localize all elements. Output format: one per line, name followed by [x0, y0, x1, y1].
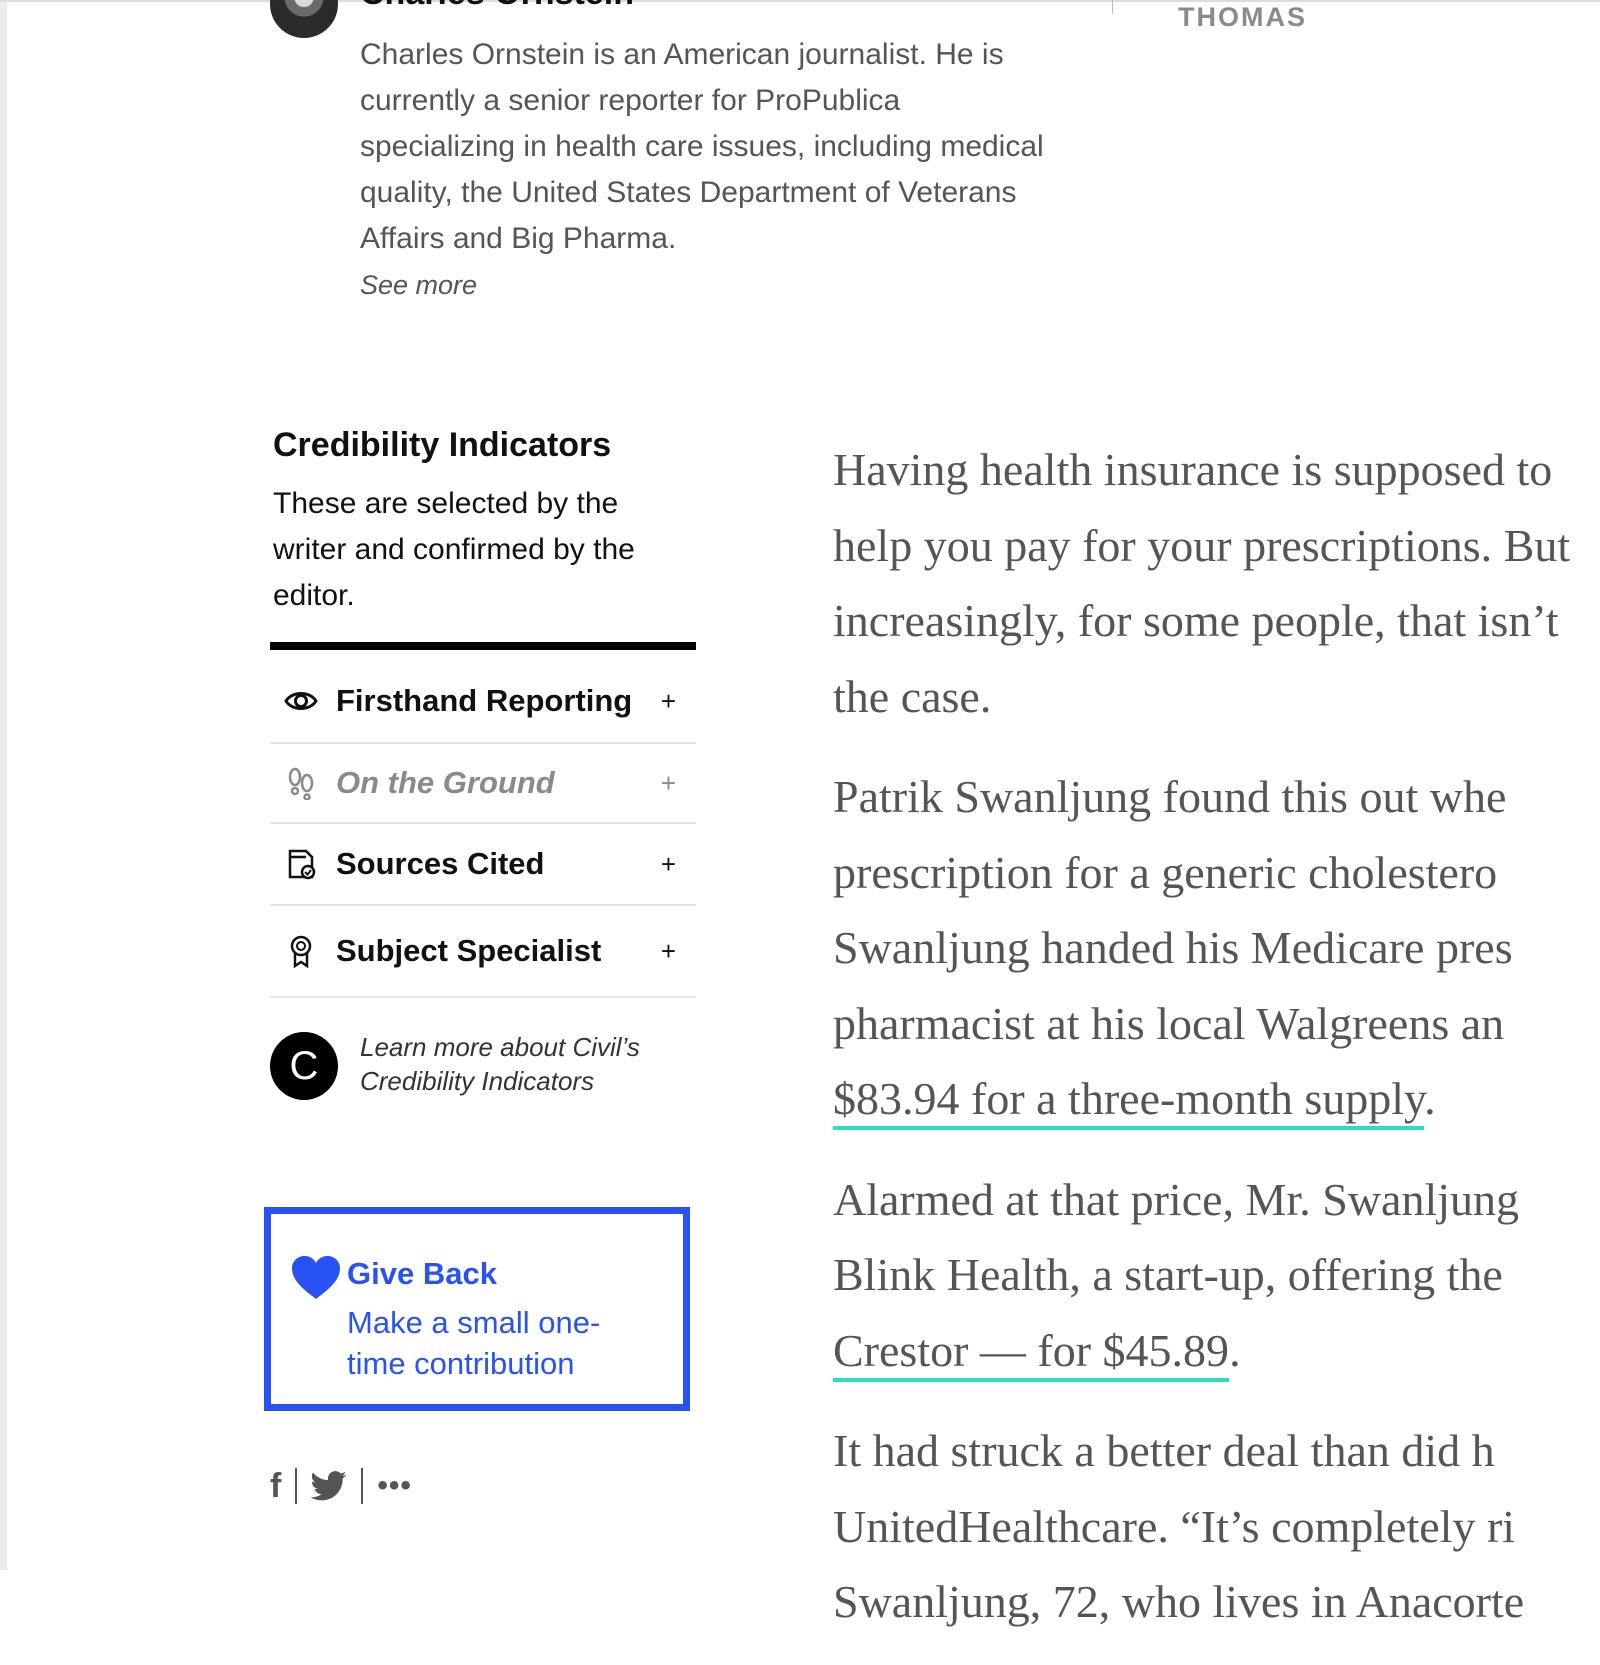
price-link[interactable]: $83.94 for a three-month supply	[833, 1073, 1425, 1130]
indicator-on-the-ground[interactable]: On the Ground +	[270, 744, 696, 824]
expand-icon[interactable]: +	[661, 936, 676, 967]
award-ribbon-icon	[284, 934, 318, 968]
article-line: Blink Health, a start-up, offering the	[833, 1249, 1503, 1300]
indicator-label: Firsthand Reporting	[336, 683, 633, 718]
article-line: prescription for a generic cholestero	[833, 846, 1498, 898]
give-back-title: Give Back	[347, 1256, 497, 1291]
column-divider	[1112, 0, 1113, 14]
indicator-label: On the Ground	[336, 765, 555, 800]
other-author-name[interactable]: THOMAS	[1178, 2, 1307, 33]
left-rail	[0, 0, 7, 1570]
share-separator	[295, 1468, 298, 1504]
credibility-divider	[270, 642, 696, 650]
article-line: Swanljung, 72, who lives in Anacorte	[833, 1576, 1525, 1627]
article-paragraph: Alarmed at that price, Mr. Swanljung Bli…	[833, 1162, 1600, 1389]
twitter-icon[interactable]	[311, 1471, 347, 1501]
article-body: Having health insurance is supposed to h…	[833, 432, 1600, 1665]
expand-icon[interactable]: +	[661, 849, 676, 880]
article-text: Having health insurance is supposed to h…	[833, 444, 1571, 722]
article-paragraph: It had struck a better deal than did h U…	[833, 1413, 1600, 1640]
credibility-description: These are selected by the writer and con…	[273, 487, 635, 612]
indicator-label: Sources Cited	[336, 846, 545, 881]
author-avatar[interactable]	[270, 0, 338, 38]
indicator-subject-specialist[interactable]: Subject Specialist +	[270, 906, 696, 998]
footprints-icon	[284, 766, 318, 800]
author-bio: Charles Ornstein is an American journali…	[360, 38, 1044, 255]
article-line: It had struck a better deal than did h	[833, 1425, 1495, 1476]
article-punct: .	[1229, 1324, 1241, 1376]
give-back-subtitle: Make a small one-time contribution	[347, 1305, 601, 1381]
article-line: Patrik Swanljung found this out whe	[833, 771, 1507, 822]
article-paragraph: Having health insurance is supposed to h…	[833, 432, 1600, 734]
indicator-sources-cited[interactable]: Sources Cited +	[270, 824, 696, 906]
article-line: UnitedHealthcare. “It’s completely ri	[833, 1500, 1516, 1552]
top-border	[0, 0, 1600, 2]
article-line: pharmacist at his local Walgreens an	[833, 997, 1505, 1049]
expand-icon[interactable]: +	[661, 686, 676, 717]
facebook-icon[interactable]: f	[270, 1467, 281, 1506]
article-punct: .	[1424, 1073, 1436, 1124]
indicator-label: Subject Specialist	[336, 933, 602, 968]
heart-icon	[290, 1255, 342, 1306]
indicator-firsthand-reporting[interactable]: Firsthand Reporting +	[270, 660, 696, 744]
learn-more-civil-link[interactable]: Learn more about Civil’s Credibility Ind…	[360, 1030, 700, 1098]
expand-icon[interactable]: +	[661, 768, 676, 799]
share-row: f •••	[270, 1466, 412, 1506]
civil-logo[interactable]: C	[270, 1032, 338, 1100]
author-name[interactable]: Charles Ornstein	[360, 0, 634, 13]
article-paragraph: Patrik Swanljung found this out whe pres…	[833, 759, 1600, 1137]
eye-icon	[284, 684, 318, 718]
share-separator	[361, 1468, 364, 1504]
more-options-icon[interactable]: •••	[377, 1469, 412, 1503]
credibility-title: Credibility Indicators	[273, 426, 612, 464]
give-back-button[interactable]: Give Back Make a small one-time contribu…	[264, 1207, 690, 1411]
document-check-icon	[284, 847, 318, 881]
article-line: Swanljung handed his Medicare pres	[833, 922, 1513, 973]
see-more-link[interactable]: See more	[360, 270, 477, 301]
article-line: Alarmed at that price, Mr. Swanljung	[833, 1173, 1520, 1225]
crestor-link[interactable]: Crestor — for $45.89	[833, 1324, 1230, 1382]
